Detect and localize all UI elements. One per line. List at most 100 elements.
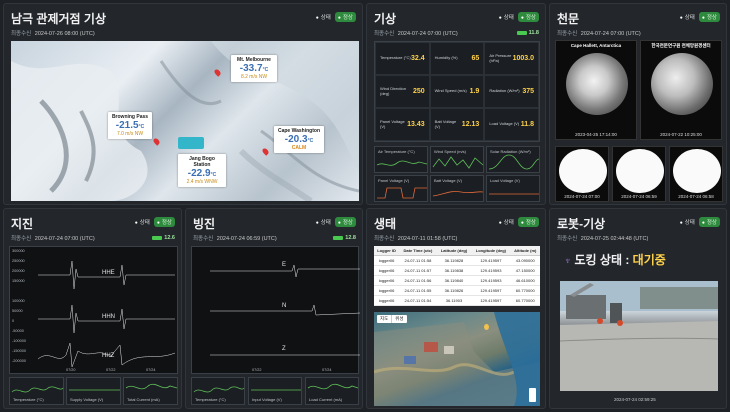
robot-camera-image[interactable] (560, 281, 718, 391)
status-toggle[interactable]: 상태 (316, 13, 331, 21)
sky-title: 천문 (557, 12, 580, 26)
last-time: 2024-07-24 06:59 (UTC) (216, 236, 277, 242)
mini-chart[interactable]: Batt Voltage (V) (430, 175, 484, 202)
station-wind: 8.2 m/s NW (240, 74, 268, 80)
x-tick: 07/24 (322, 368, 332, 372)
mini-chart[interactable]: Temperature (°C) (191, 377, 245, 405)
camera-time: 2024-07-24 06:58 (678, 194, 714, 199)
antarctica-panel: 남극 관제거점 기상 최종수신 2024-07-26 08:00 (UTC) 상… (3, 3, 363, 205)
antarctica-badges: 상태 정상 (316, 12, 356, 22)
seismic-title: 지진 (11, 217, 34, 231)
weather-cell: Panel Voltage (V) 13.43 (375, 108, 430, 141)
table-row[interactable]: logger06 24-07-11 01:55 36.119826 129.41959… (374, 285, 540, 296)
mini-chart[interactable]: Panel Voltage (V) (374, 175, 428, 202)
status-toggle[interactable]: 상태 (499, 13, 514, 21)
sky-camera-image[interactable]: 한국천문연구원 천체망원경센터 2024-07-22 10:25:00 (640, 40, 722, 140)
last-time: 2024-07-24 07:00 (UTC) (397, 31, 458, 37)
status-toggle[interactable]: 상태 (499, 218, 514, 226)
table-header: Logger ID Date Time (utc) Latitude (deg)… (374, 246, 540, 256)
satellite-map[interactable]: 지도 위성 (374, 312, 540, 406)
weather-cell: Wind Direction (deg) 250 (375, 75, 430, 108)
mini-chart[interactable]: Load Current (mA) (305, 377, 359, 405)
map-pin-icon[interactable] (484, 324, 489, 330)
mini-chart[interactable]: Temperature (°C) (9, 377, 64, 405)
channel-label: HHE (102, 270, 115, 276)
glacier-last-received: 최종수신 2024-07-24 06:59 (UTC) (193, 234, 277, 242)
last-label: 최종수신 (11, 236, 32, 242)
sky-camera-image[interactable]: 2024-07-24 06:59 (612, 146, 666, 202)
robot-scene (560, 281, 718, 391)
station-wind: CALM (291, 145, 307, 151)
column-header: Date Time (utc) (399, 246, 437, 256)
station-name: Jang Bogo Station (189, 156, 215, 168)
last-label: 최종수신 (557, 236, 578, 242)
table-row[interactable]: logger06 24-07-11 01:56 36.119840 129.41959… (374, 275, 540, 286)
battery-indicator: 11.8 (516, 30, 539, 36)
battery-indicator: 12.6 (152, 235, 175, 241)
normal-badge: 정상 (517, 12, 539, 22)
antarctica-last-received: 최종수신 2024-07-26 08:00 (UTC) (11, 29, 95, 37)
status-toggle[interactable]: 상태 (316, 218, 331, 226)
mini-chart[interactable]: Input Voltage (V) (248, 377, 302, 405)
column-header: Logger ID (374, 246, 400, 256)
column-header: Latitude (deg) (436, 246, 472, 256)
table-row[interactable]: logger06 24-07-11 01:57 36.119838 129.41959… (374, 265, 540, 276)
last-label: 최종수신 (193, 236, 214, 242)
station-wind: 2.4 m/s WNW (186, 179, 218, 185)
logger-table: Logger ID Date Time (utc) Latitude (deg)… (374, 246, 540, 306)
mini-chart[interactable]: Total Current (mA) (123, 377, 178, 405)
table-row[interactable]: logger06 24-07-11 01:54 36.11903 129.419597… (374, 295, 540, 306)
status-toggle[interactable]: 상태 (135, 218, 150, 226)
status-toggle[interactable]: 상태 (680, 218, 695, 226)
weather-cell: Batt Voltage (V) 12.13 (429, 108, 485, 141)
ice-quake-traces (210, 264, 360, 356)
x-tick: 07/22 (106, 368, 116, 372)
antarctica-map[interactable]: Mt. Melbourne -33.7°C 8.2 m/s NW Brownin… (11, 41, 359, 201)
sky-camera-image[interactable]: Cape Hallett, Antarctica 2023-04-25 17:1… (555, 40, 637, 140)
mini-chart[interactable]: Supply Voltage (V) (66, 377, 121, 405)
status-toggle[interactable]: 상태 (680, 13, 695, 21)
seismic-last-received: 최종수신 2024-07-24 07:00 (UTC) (11, 234, 95, 242)
mini-chart[interactable]: Solar Radiation (W/m²) (486, 146, 540, 173)
channel-label: N (282, 303, 287, 309)
robot-panel: 로봇-기상 최종수신 2024-07-25 02:44:48 (UTC) 상태 … (549, 208, 727, 409)
battery-icon (333, 235, 344, 240)
station-card[interactable]: Mt. Melbourne -33.7°C 8.2 m/s NW (231, 55, 277, 82)
camera-label: 한국천문연구원 천체망원경센터 (651, 43, 711, 48)
station-icon[interactable] (178, 137, 204, 149)
zoom-control[interactable] (529, 388, 536, 402)
station-card[interactable]: Browning Pass -21.5°C 7.0 m/s NW (108, 112, 152, 139)
camera-label: Cape Hallett, Antarctica (570, 43, 622, 48)
weather-cell: Load Voltage (V) 11.8 (484, 108, 539, 141)
sky-fisheye (651, 53, 713, 115)
sky-camera-image[interactable]: 2024-07-24 06:58 (669, 146, 723, 202)
mini-chart[interactable]: Air Temperature (°C) (374, 146, 428, 173)
last-time: 2024-07-24 07:00 (UTC) (580, 31, 641, 37)
sky-camera-image[interactable]: 2024-07-24 07:00 (555, 146, 609, 202)
table-row[interactable]: logger06 24-07-11 01:58 36.119828 129.41959… (374, 255, 540, 266)
last-label: 최종수신 (11, 31, 32, 37)
camera-time: 2024-07-24 07:00 (564, 194, 600, 199)
last-label: 최종수신 (557, 31, 578, 37)
seismic-traces (37, 260, 176, 368)
weather-cell: Radiation (W/m²) 375 (484, 75, 539, 108)
robot-badges: 상태 정상 (680, 217, 720, 227)
mini-chart[interactable]: Load Voltage (V) (486, 175, 540, 202)
normal-badge: 정상 (334, 217, 356, 227)
glacier-badges: 상태 정상 (316, 217, 356, 227)
station-card[interactable]: Cape Washington -20.3°C CALM (274, 126, 324, 153)
glacier-panel: 빙진 최종수신 2024-07-24 06:59 (UTC) 상태 정상 12.… (185, 208, 363, 409)
station-card[interactable]: Jang Bogo Station -22.9°C 2.4 m/s WNW (178, 154, 226, 187)
last-time: 2024-07-11 01:58 (UTC) (397, 236, 458, 242)
column-header: Longitude (deg) (471, 246, 511, 256)
weather-cell: Wind Speed (m/s) 1.9 (429, 75, 485, 108)
ice-quake-plot[interactable]: E N Z 07/22 07/24 (191, 246, 360, 374)
seismogram[interactable]: 300000 250000 200000 150000 100000 50000… (9, 246, 178, 374)
mini-chart[interactable]: Wind Speed (m/s) (430, 146, 484, 173)
robot-title: 로봇-기상 (557, 217, 606, 231)
docking-value: 대기중 (632, 253, 666, 267)
satellite-terrain (374, 312, 540, 406)
sky-panel: 천문 최종수신 2024-07-24 07:00 (UTC) 상태 정상 Cap… (549, 3, 727, 205)
station-temp: -21.5°C (115, 120, 145, 131)
station-temp: -20.3°C (284, 134, 314, 145)
